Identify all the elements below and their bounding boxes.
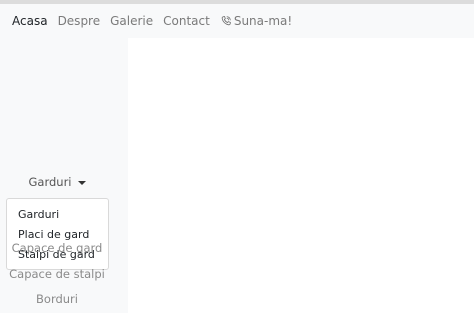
nav-link-despre[interactable]: Despre [58, 14, 101, 28]
sidebar: Garduri Garduri Placi de gard Stalpi de … [0, 38, 128, 313]
caret-down-icon [77, 180, 86, 185]
dropdown-item-garduri[interactable]: Garduri [18, 208, 59, 221]
call-me-label: Suna-ma! [233, 14, 293, 28]
top-navbar: Acasa Despre Galerie Contact Suna-ma! [0, 4, 474, 38]
garduri-dropdown-menu: Garduri Placi de gard Stalpi de gard [6, 198, 109, 270]
garduri-dropdown-toggle[interactable]: Garduri [0, 175, 114, 189]
call-me-link[interactable]: Suna-ma! [220, 14, 292, 28]
sidebar-item-capace-de-gard[interactable]: Capace de gard [0, 241, 114, 255]
sidebar-item-capace-de-stalpi[interactable]: Capace de stalpi [0, 267, 114, 281]
dropdown-toggle-label: Garduri [28, 175, 72, 189]
phone-icon [221, 16, 231, 26]
sidebar-item-borduri[interactable]: Borduri [0, 292, 114, 306]
nav-link-contact[interactable]: Contact [163, 14, 210, 28]
nav-link-galerie[interactable]: Galerie [110, 14, 153, 28]
nav-link-acasa[interactable]: Acasa [12, 14, 48, 28]
dropdown-item-placi-de-gard[interactable]: Placi de gard [18, 228, 89, 241]
main-content [128, 38, 474, 313]
